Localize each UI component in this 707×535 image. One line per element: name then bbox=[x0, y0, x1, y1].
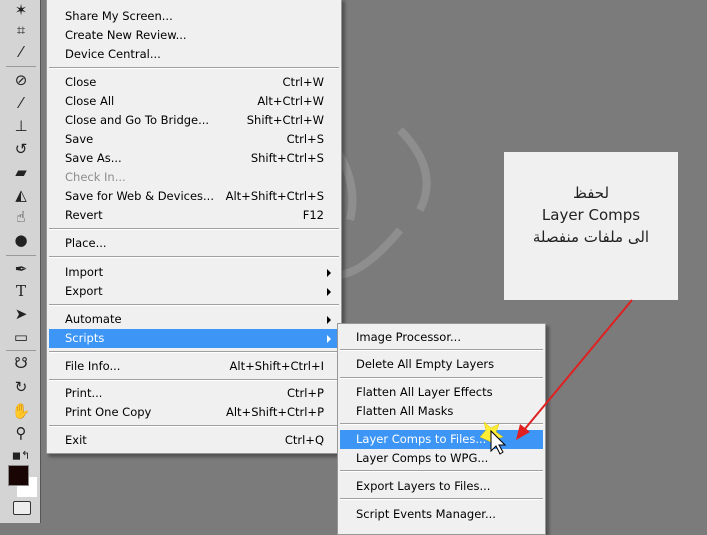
annotation-arrow bbox=[479, 299, 633, 455]
